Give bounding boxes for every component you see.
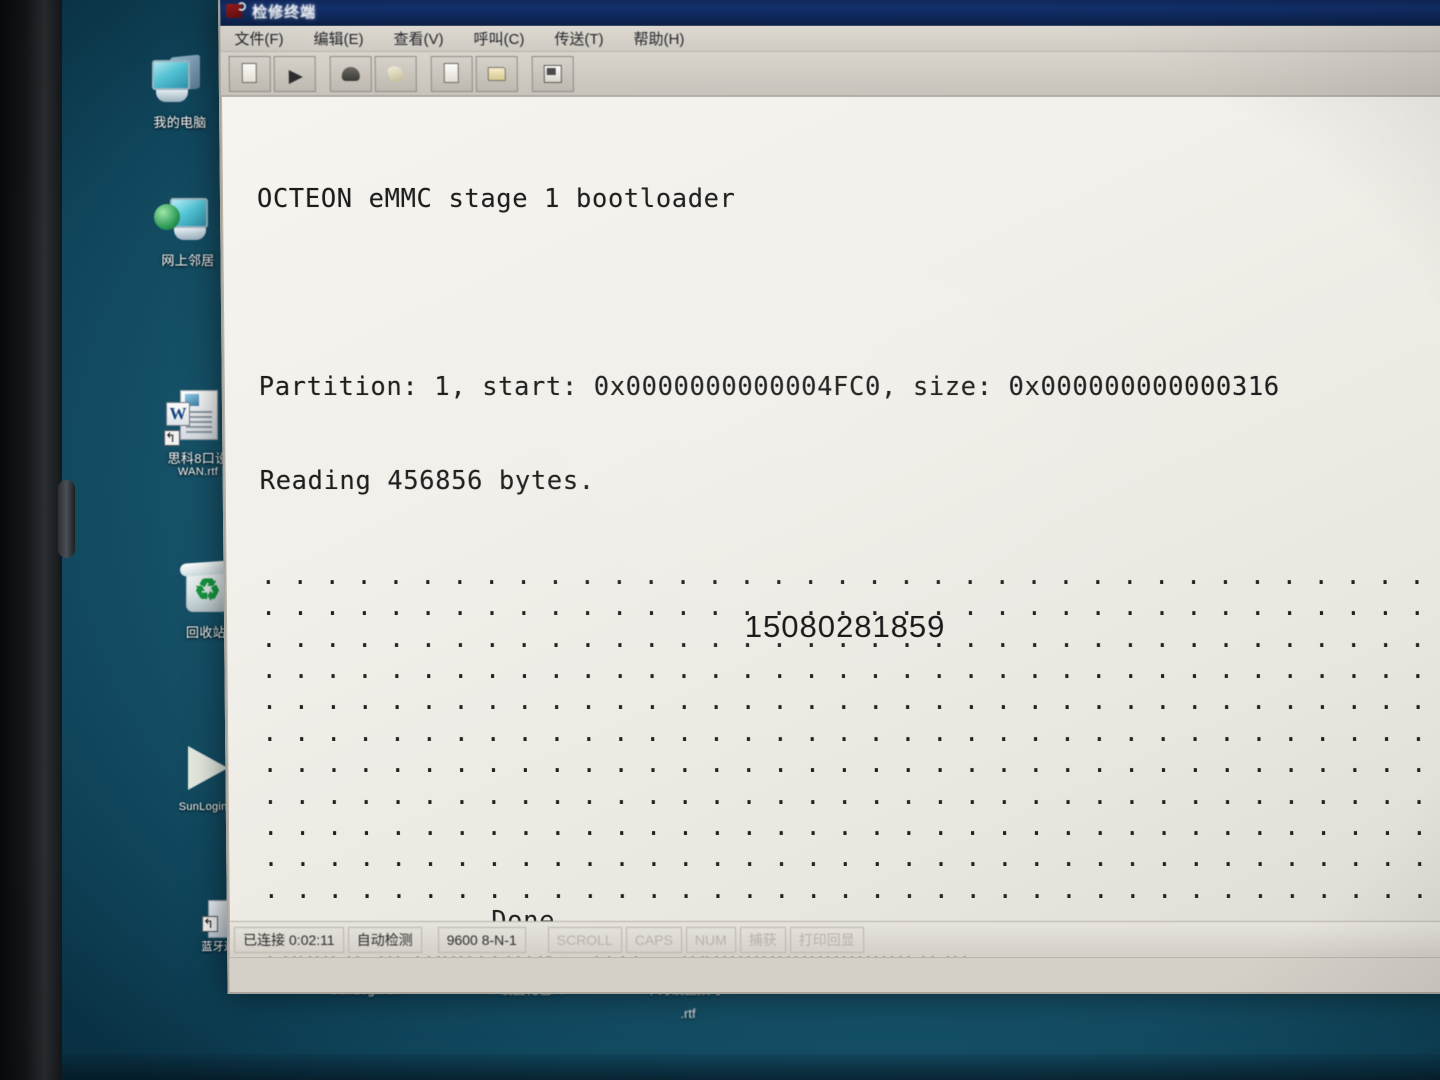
status-connected: 已连接 0:02:11 — [233, 926, 344, 953]
monitor-bezel-left — [0, 0, 62, 1080]
terminal-output-area[interactable]: OCTEON eMMC stage 1 bootloader Partition… — [220, 95, 1440, 958]
receive-folder-icon — [485, 61, 509, 85]
shortcut-arrow-icon: ↰ — [202, 916, 218, 932]
network-icon — [152, 190, 224, 250]
properties-icon — [541, 61, 565, 85]
computer-icon — [144, 52, 216, 112]
status-indicator-scroll: SCROLL — [547, 926, 622, 953]
terminal-line: Partition: 1, start: 0x0000000000004FC0,… — [258, 372, 1280, 403]
send-page-icon — [440, 61, 464, 85]
status-line-settings: 9600 8-N-1 — [437, 926, 526, 953]
menu-call[interactable]: 呼叫(C) — [473, 28, 525, 49]
terminal-dot-row: . . . . . . . . . . . . . . . . . . . . … — [262, 749, 1428, 780]
open-connection-button[interactable] — [273, 55, 316, 92]
menu-transfer[interactable]: 传送(T) — [554, 28, 603, 49]
terminal-line: Reading 456856 bytes. — [259, 466, 595, 497]
new-connection-button[interactable] — [228, 55, 271, 92]
new-page-icon — [238, 61, 262, 85]
terminal-line: OCTEON eMMC stage 1 bootloader — [256, 183, 736, 214]
toolbar[interactable] — [220, 51, 1440, 96]
menubar[interactable]: 文件(F) 编辑(E) 查看(V) 呼叫(C) 传送(T) 帮助(H) — [220, 25, 1440, 52]
status-indicator-capture: 捕获 — [739, 926, 786, 953]
desktop-icon-my-computer[interactable]: 我的电脑 — [132, 52, 228, 130]
terminal-dot-row: . . . . . . . . . . . . . . . . . . . . … — [262, 811, 1428, 842]
send-file-button[interactable] — [430, 55, 473, 92]
call-button[interactable] — [329, 55, 372, 92]
disconnect-button[interactable] — [374, 55, 417, 92]
monitor-bezel-bottom — [0, 1054, 1440, 1080]
hyperterminal-window[interactable]: 检修终端 文件(F) 编辑(E) 查看(V) 呼叫(C) 传送(T) 帮助(H) — [218, 0, 1440, 994]
phone-number-watermark: 15080281859 — [744, 608, 946, 644]
terminal-dot-row: . . . . . . . . . . . . . . . . . . . . … — [261, 717, 1427, 748]
status-indicator-num: NUM — [685, 926, 736, 953]
terminal-dot-row: . . . . . . . . . . . . . . . . . . . . … — [261, 654, 1427, 685]
shortcut-arrow-icon: ↰ — [164, 430, 180, 446]
desktop-file-label-huawei-ext[interactable]: .rtf — [658, 1006, 718, 1021]
hyperterminal-phone-icon[interactable] — [226, 1, 247, 20]
desktop-icon-label: 我的电脑 — [153, 115, 207, 130]
statusbar: 已连接 0:02:11 自动检测 9600 8-N-1 SCROLL CAPS … — [229, 920, 1440, 957]
status-indicator-caps: CAPS — [625, 926, 682, 953]
menu-file[interactable]: 文件(F) — [234, 28, 283, 49]
window-title: 检修终端 — [252, 3, 317, 21]
terminal-dot-row: . . . . . . . . . . . . . . . . . . . . … — [263, 843, 1429, 874]
status-detect: 自动检测 — [347, 926, 422, 953]
terminal-dot-row: . . . . . . . . . . . . . . . . . . . . … — [263, 874, 1429, 905]
receive-file-button[interactable] — [475, 55, 518, 92]
open-arrow-icon — [283, 61, 307, 85]
phone-icon — [339, 61, 363, 85]
terminal-dot-row: . . . . . . . . . . . . . . . . . . . . … — [262, 780, 1428, 811]
hangup-hand-icon — [384, 61, 408, 85]
window-titlebar[interactable]: 检修终端 — [220, 0, 1440, 26]
properties-button[interactable] — [531, 55, 574, 92]
terminal-dot-row: . . . . . . . . . . . . . . . . . . . . … — [261, 686, 1427, 717]
status-indicator-print-echo: 打印回显 — [789, 926, 864, 953]
menu-help[interactable]: 帮助(H) — [633, 28, 685, 49]
menu-view[interactable]: 查看(V) — [393, 28, 444, 49]
terminal-header-block: OCTEON eMMC stage 1 bootloader Partition… — [222, 121, 1440, 561]
terminal-dot-row: . . . . . . . . . . . . . . . . . . . . … — [260, 560, 1426, 591]
monitor-bezel-button — [58, 480, 75, 558]
desktop: 我的电脑 网上邻居 W ↰ 思科8口设 WAN.rtf ♻ 回收站 SunLog… — [0, 0, 1440, 1080]
menu-edit[interactable]: 编辑(E) — [313, 28, 364, 49]
